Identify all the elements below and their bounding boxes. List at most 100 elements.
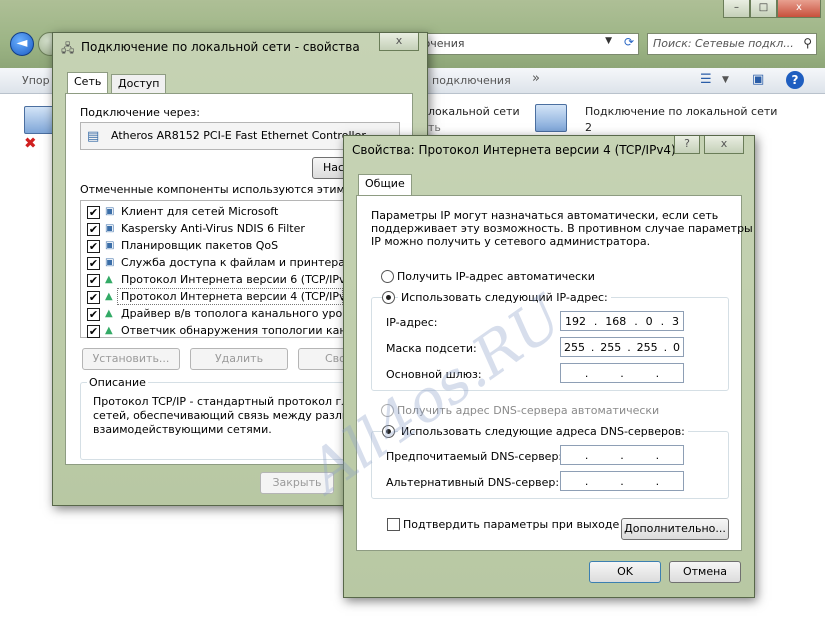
- cancel-button[interactable]: Отмена: [669, 561, 741, 583]
- manual-dns-radio[interactable]: [382, 425, 395, 438]
- ip-dot: .: [660, 314, 665, 328]
- auto-dns-label[interactable]: Получить адрес DNS-сервера автоматически: [397, 404, 659, 417]
- organize-menu[interactable]: Упор: [22, 74, 50, 87]
- intro-text: Параметры IP могут назначаться автоматич…: [371, 209, 719, 222]
- ip-octet: 255: [636, 340, 658, 354]
- subnet-mask-field[interactable]: 255. 255. 255. 0: [560, 337, 684, 357]
- close-button[interactable]: x: [777, 0, 821, 18]
- list-item[interactable]: Протокол Интернета версии 6 (TCP/IPv6): [121, 273, 357, 286]
- back-button[interactable]: ◄: [10, 32, 34, 56]
- auto-ip-label[interactable]: Получить IP-адрес автоматически: [397, 270, 595, 283]
- search-placeholder: Поиск: Сетевые подкл...: [653, 37, 794, 50]
- ip-dot: .: [620, 366, 624, 380]
- alternate-dns-field[interactable]: . . .: [560, 471, 684, 491]
- list-item[interactable]: Планировщик пакетов QoS: [121, 239, 278, 252]
- search-input[interactable]: Поиск: Сетевые подкл... ⚲: [647, 33, 817, 55]
- tab-general[interactable]: Общие: [358, 174, 412, 196]
- service-icon: ▣: [105, 240, 115, 251]
- adapter-name: Atheros AR8152 PCI-E Fast Ethernet Contr…: [111, 129, 366, 142]
- ip-dot: .: [620, 474, 624, 488]
- help-icon[interactable]: ?: [786, 71, 804, 89]
- checkbox[interactable]: ✔: [87, 291, 100, 304]
- manual-ip-radio[interactable]: [382, 291, 395, 304]
- auto-ip-radio[interactable]: [381, 270, 394, 283]
- checkbox[interactable]: ✔: [87, 206, 100, 219]
- manual-ip-label[interactable]: Использовать следующий IP-адрес:: [398, 291, 611, 304]
- list-item[interactable]: Ответчик обнаружения топологии канально: [121, 324, 381, 337]
- ip-dot: .: [584, 366, 589, 380]
- list-item[interactable]: Kaspersky Anti-Virus NDIS 6 Filter: [121, 222, 305, 235]
- chevron-down-icon[interactable]: ▼: [605, 36, 612, 46]
- close-dialog-button[interactable]: Закрыть: [260, 472, 334, 494]
- checkbox[interactable]: ✔: [87, 240, 100, 253]
- network-adapter-icon[interactable]: [535, 104, 567, 132]
- ip-dot: .: [655, 474, 660, 488]
- filter-icon: ▣: [105, 223, 115, 234]
- preferred-dns-field[interactable]: . . .: [560, 445, 684, 465]
- list-item[interactable]: Протокол Интернета версии 4 (TCP/IPv4): [121, 290, 357, 303]
- ip-octet: 3: [671, 314, 679, 328]
- minimize-button[interactable]: –: [723, 0, 750, 18]
- protocol-icon: ▲: [105, 291, 113, 302]
- close-button[interactable]: x: [379, 33, 419, 51]
- connection-2-label[interactable]: Подключение по локальной сети: [585, 105, 777, 118]
- validate-label[interactable]: Подтвердить параметры при выходе: [403, 518, 619, 531]
- ip-dot: .: [584, 474, 589, 488]
- list-item[interactable]: Драйвер в/в тополога канального уровня: [121, 307, 362, 320]
- search-icon[interactable]: ⚲: [803, 36, 812, 50]
- connection-1-status: ть: [428, 121, 441, 134]
- advanced-button[interactable]: Дополнительно...: [621, 518, 729, 540]
- gateway-label: Основной шлюз:: [386, 368, 482, 381]
- tab-network[interactable]: Сеть: [67, 72, 109, 94]
- maximize-button[interactable]: □: [750, 0, 777, 18]
- protocol-icon: ▲: [105, 274, 113, 285]
- checkbox[interactable]: ✔: [87, 257, 100, 270]
- checkbox[interactable]: ✔: [87, 325, 100, 338]
- ip-octet: 0: [672, 340, 680, 354]
- ip-dot: .: [620, 448, 624, 462]
- preview-pane-icon[interactable]: ▣: [752, 72, 764, 87]
- gateway-field[interactable]: . . .: [560, 363, 684, 383]
- dialog-title: Подключение по локальной сети - свойства: [81, 40, 360, 54]
- list-item[interactable]: Клиент для сетей Microsoft: [121, 205, 278, 218]
- help-button[interactable]: ?: [674, 136, 700, 154]
- ip-dot: .: [655, 448, 660, 462]
- refresh-icon[interactable]: ⟳: [624, 35, 634, 49]
- close-button[interactable]: x: [704, 136, 744, 154]
- connections-command[interactable]: подключения: [432, 74, 511, 87]
- network-card-icon: ▤: [87, 129, 100, 144]
- manual-dns-label[interactable]: Использовать следующие адреса DNS-сервер…: [398, 425, 688, 438]
- description-label: Описание: [87, 376, 148, 389]
- list-item[interactable]: Служба доступа к файлам и принтерам сет: [121, 256, 376, 269]
- ip-address-field[interactable]: 192. 168. 0. 3: [560, 311, 684, 331]
- dialog-title: Свойства: Протокол Интернета версии 4 (T…: [352, 143, 676, 157]
- ipv4-properties-dialog: Свойства: Протокол Интернета версии 4 (T…: [343, 135, 755, 598]
- remove-button[interactable]: Удалить: [190, 348, 288, 370]
- validate-checkbox[interactable]: [387, 518, 400, 531]
- description-line: сетей, обеспечивающий связь между различ…: [93, 409, 380, 422]
- checkbox[interactable]: ✔: [87, 308, 100, 321]
- subnet-mask-label: Маска подсети:: [386, 342, 477, 355]
- client-icon: ▣: [105, 206, 115, 217]
- chevron-down-icon[interactable]: ▼: [722, 75, 729, 85]
- connection-1-label: локальной сети: [428, 105, 520, 118]
- checkbox[interactable]: ✔: [87, 223, 100, 236]
- ip-dot: .: [663, 340, 668, 354]
- address-bar[interactable]: лючения ▼ ⟳: [407, 33, 639, 55]
- view-icon[interactable]: ☰: [700, 72, 712, 87]
- general-tab-panel: Параметры IP могут назначаться автоматич…: [356, 195, 753, 551]
- window-controls: – □ x: [723, 0, 821, 18]
- ip-octet: 0: [645, 314, 653, 328]
- auto-dns-radio[interactable]: [381, 404, 394, 417]
- ip-dot: .: [655, 366, 660, 380]
- more-commands-icon[interactable]: »: [532, 71, 540, 86]
- ip-octet: 192: [564, 314, 586, 328]
- tab-sharing[interactable]: Доступ: [111, 74, 167, 94]
- ok-button[interactable]: OK: [589, 561, 661, 583]
- ip-octet: 255: [563, 340, 585, 354]
- install-button[interactable]: Установить...: [82, 348, 180, 370]
- back-arrow-icon: ◄: [16, 35, 28, 51]
- checkbox[interactable]: ✔: [87, 274, 100, 287]
- ip-dot: .: [593, 314, 598, 328]
- connect-via-label: Подключение через:: [80, 106, 200, 119]
